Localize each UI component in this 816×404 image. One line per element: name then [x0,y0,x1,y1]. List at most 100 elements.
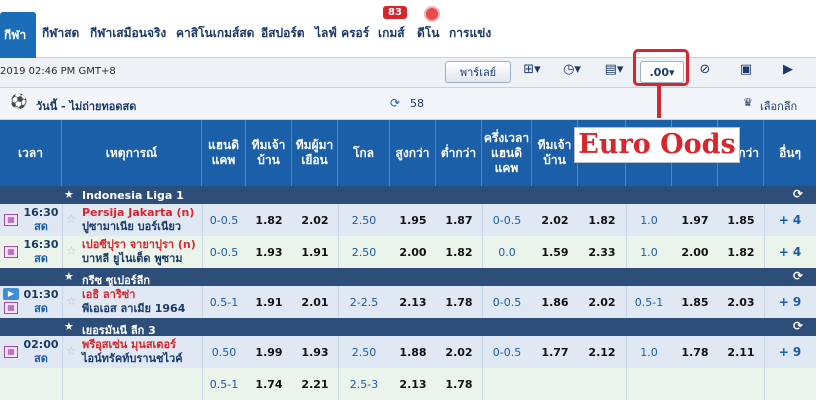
mute-icon[interactable]: ⊘ [693,62,717,82]
odds-value[interactable]: 1.82 [578,204,626,236]
stats-icon[interactable]: ▦ [4,214,18,226]
favorite-star-icon[interactable]: ☆ [66,244,77,258]
dino-icon [424,6,440,22]
odds-value[interactable]: 1.78 [436,286,482,318]
favorite-star-icon[interactable]: ★ [64,188,74,201]
add-bet-icon[interactable]: ⊞▾ [520,62,544,82]
odds-value[interactable]: 1.59 [532,236,578,268]
odds-value[interactable]: 1.87 [436,204,482,236]
refresh-icon[interactable]: ⟳ [390,96,400,110]
odds-value[interactable]: 1.99 [246,336,292,368]
select-league-link[interactable]: เลือกลีก [760,97,797,115]
league-refresh-icon[interactable]: ⟳ [793,187,803,201]
away-team[interactable]: บาหลี ยูไนเต็ด พูซาม [82,252,183,266]
league-refresh-icon[interactable]: ⟳ [793,269,803,283]
favorite-star-icon[interactable]: ☆ [66,294,77,308]
more-markets-link[interactable]: + 4 [764,236,816,268]
odds-value[interactable]: 1.86 [532,286,578,318]
odds-value[interactable]: 1.78 [436,368,482,400]
tab-esports[interactable]: อีสปอร์ต [261,24,305,43]
home-team[interactable]: เอธิ ลาริซ่า [82,288,135,302]
col-over: สูงกว่า [390,120,436,186]
odds-value[interactable]: 2.13 [390,286,436,318]
odds-value[interactable]: 2.13 [390,368,436,400]
col-goal: โกล [338,120,390,186]
live-tv-icon[interactable]: ▶ [3,288,19,300]
away-team[interactable]: ปูซามาเนีย บอร์เนียว [82,220,181,234]
home-team[interactable]: เปอซีปุรา จายาปุรา (n) [82,238,196,252]
clock-icon[interactable]: ◷▾ [560,62,584,82]
tab-live-sports[interactable]: กีฬาสด [42,24,79,43]
more-markets-link[interactable]: + 9 [764,286,816,318]
tab-racing[interactable]: การแข่ง [449,24,491,43]
tab-dino[interactable]: ดีโน [417,24,439,43]
odds-value[interactable]: 1.82 [718,236,764,268]
stats-icon[interactable]: ▦ [4,246,18,258]
tab-sports[interactable]: กีฬา [0,12,36,58]
tab-games[interactable]: เกมส์ [378,24,405,43]
league-header[interactable]: ★ Indonesia Liga 1 ⟳ [0,186,816,204]
odds-value[interactable]: 2.33 [578,236,626,268]
more-markets-link[interactable] [764,368,816,400]
league-refresh-icon[interactable]: ⟳ [793,319,803,333]
favorite-star-icon[interactable]: ★ [64,270,74,283]
odds-value[interactable]: 1.85 [672,286,718,318]
line-value: 2.50 [351,213,377,227]
tv-icon[interactable]: ▶ [776,62,800,82]
league-header[interactable]: ★ กรีซ ซูเปอร์ลีก ⟳ [0,268,816,287]
odds-value[interactable]: 1.82 [246,204,292,236]
tab-live-score[interactable]: ไลฟ์ ครอร์ [315,24,369,43]
odds-value[interactable]: 2.01 [292,286,338,318]
odds-value[interactable]: 1.78 [672,336,718,368]
favorite-star-icon[interactable]: ☆ [66,212,77,226]
favorite-star-icon[interactable]: ☆ [66,344,77,358]
more-markets-link[interactable]: + 4 [764,204,816,236]
match-time: 16:30 [23,238,59,251]
odds-value[interactable]: 2.21 [292,368,338,400]
tab-live-casino[interactable]: คาสิโนเกมส์สด [176,24,254,43]
odds-value[interactable]: 1.91 [292,236,338,268]
screen-icon[interactable]: ▣ [734,62,758,82]
odds-value[interactable]: 2.02 [292,204,338,236]
more-markets-link[interactable]: + 9 [764,336,816,368]
away-team[interactable]: ไอน์ทรัคท์บรานชไวค์ [82,352,183,366]
home-team[interactable]: พรีอุสเซ่น มุนสเตอร์ [82,338,176,352]
odds-value[interactable] [718,368,764,400]
odds-value[interactable]: 1.74 [246,368,292,400]
view-mode-icon[interactable]: ▤▾ [602,62,626,82]
odds-value[interactable]: 2.11 [718,336,764,368]
odds-value[interactable] [672,368,718,400]
odds-value[interactable]: 1.77 [532,336,578,368]
odds-value[interactable]: 2.02 [436,336,482,368]
odds-value[interactable]: 2.00 [390,236,436,268]
parlay-button[interactable]: พาร์เลย์ [445,61,511,83]
stats-icon[interactable]: ▦ [4,302,18,314]
teams-cell: เปอซีปุรา จายาปุรา (n) บาหลี ยูไนเต็ด พูซ… [82,236,202,268]
odds-value[interactable]: 1.91 [246,286,292,318]
odds-value[interactable]: 2.12 [578,336,626,368]
odds-value[interactable]: 2.02 [578,286,626,318]
odds-value[interactable] [532,368,578,400]
odds-value[interactable]: 2.00 [672,236,718,268]
favorite-star-icon[interactable]: ★ [64,320,74,333]
soccer-icon: ⚽ [10,94,28,110]
annotation-connector [657,86,661,118]
column-divider [338,204,339,236]
odds-value[interactable]: 2.03 [718,286,764,318]
tab-virtual-sports[interactable]: กีฬาเสมือนจริง [90,24,166,43]
odds-value[interactable]: 2.02 [532,204,578,236]
odds-value[interactable]: 1.95 [390,204,436,236]
stats-icon[interactable]: ▦ [4,346,18,358]
odds-value[interactable]: 1.82 [436,236,482,268]
away-team[interactable]: พีเอเอส ลาเมีย 1964 [82,302,185,316]
odds-value[interactable]: 1.97 [672,204,718,236]
odds-value[interactable] [578,368,626,400]
odds-value[interactable]: 1.93 [292,336,338,368]
odds-value[interactable]: 1.88 [390,336,436,368]
line-value: 0-0.5 [492,295,522,309]
home-team[interactable]: Persija Jakarta (n) [82,206,194,220]
league-header[interactable]: ★ เยอรมันนี ลีก 3 ⟳ [0,318,816,337]
table-row: ▶ ▦ 01:30 สด ☆ เอธิ ลาริซ่า พีเอเอส ลาเมีย 196… [0,286,816,318]
odds-value[interactable]: 1.85 [718,204,764,236]
odds-value[interactable]: 1.93 [246,236,292,268]
